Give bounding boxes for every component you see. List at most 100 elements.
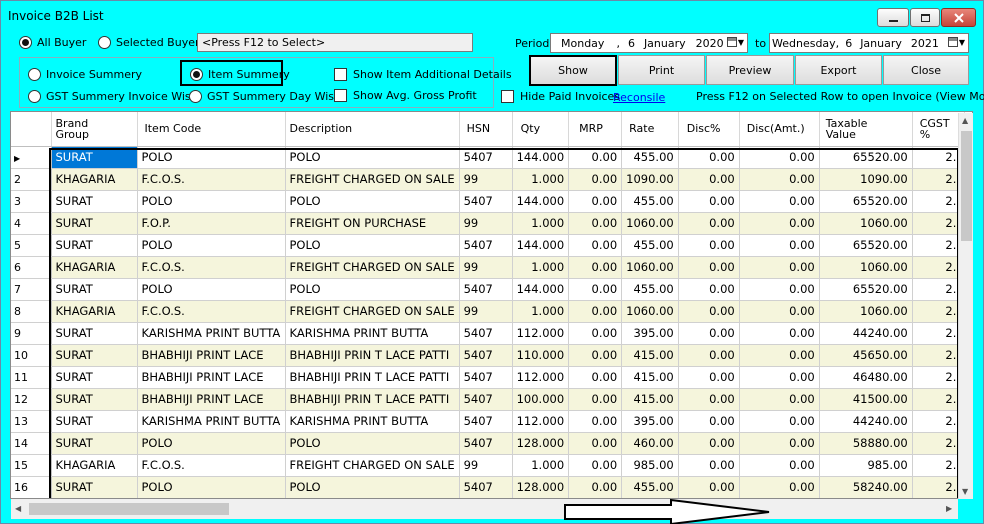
chevron-down-icon: ▼: [958, 37, 965, 47]
row-header[interactable]: 4: [11, 212, 52, 235]
col-disc-amt[interactable]: Disc(Amt.): [739, 112, 820, 147]
col-description[interactable]: Description: [285, 112, 460, 147]
selected-buyer-label: Selected Buyer: [116, 36, 200, 49]
col-mrp[interactable]: MRP: [568, 112, 623, 147]
invoice-summery-label: Invoice Summery: [46, 68, 143, 81]
from-day: 6: [627, 36, 635, 50]
arrow-right-annotation-icon: [564, 498, 770, 524]
scroll-left-icon[interactable]: ◀: [15, 504, 21, 513]
scroll-down-icon[interactable]: ▼: [962, 487, 968, 496]
col-label: %: [919, 127, 931, 141]
minimize-button[interactable]: [877, 8, 909, 27]
header-row: Brand Group Item Code Description HSN Qty…: [11, 112, 965, 147]
buyer-select-field[interactable]: <Press F12 to Select>: [197, 33, 473, 52]
show-button[interactable]: Show: [529, 55, 617, 86]
gst-day-wise-label: GST Summery Day Wise: [207, 90, 341, 103]
period-to-date[interactable]: Wednesday, 6 January 2021 ▼: [769, 33, 969, 53]
period-from-date[interactable]: Monday , 6 January 2020 ▼: [550, 33, 748, 53]
row-header[interactable]: 16: [11, 476, 52, 498]
export-button[interactable]: Export: [795, 55, 882, 85]
gst-day-wise-radio[interactable]: GST Summery Day Wise: [189, 90, 341, 103]
from-year: 2020: [695, 36, 724, 50]
row-pointer-icon: ▶: [14, 153, 21, 163]
col-label: Qty: [520, 122, 541, 136]
hide-paid-label: Hide Paid Invoices: [520, 90, 621, 103]
selected-buyer-radio[interactable]: Selected Buyer: [98, 36, 200, 49]
col-label: Value: [825, 127, 856, 141]
row-header[interactable]: 2: [11, 168, 52, 191]
print-button[interactable]: Print: [618, 55, 705, 85]
row-header[interactable]: 13: [11, 410, 52, 433]
from-dropdown[interactable]: ▼: [726, 37, 744, 47]
checkbox-box: [501, 90, 514, 103]
invoice-grid[interactable]: Brand Group Item Code Description HSN Qty…: [10, 111, 973, 499]
item-summery-radio[interactable]: Item Summery: [190, 68, 290, 81]
radio-indicator: [98, 36, 111, 49]
to-weekday: Wednesday,: [772, 36, 840, 50]
close-icon: [953, 12, 964, 23]
col-brand-group[interactable]: Brand Group: [51, 112, 138, 147]
all-buyer-radio[interactable]: All Buyer: [19, 36, 86, 49]
invoice-summery-radio[interactable]: Invoice Summery: [28, 68, 142, 81]
col-item-code[interactable]: Item Code: [137, 112, 286, 147]
row-header-corner: [11, 112, 52, 147]
vertical-scroll-thumb[interactable]: [961, 131, 972, 241]
preview-button[interactable]: Preview: [706, 55, 794, 85]
col-label: Group: [55, 127, 90, 141]
row-header[interactable]: ▶: [11, 146, 52, 169]
maximize-icon: [920, 13, 930, 22]
to-day: 6: [845, 36, 853, 50]
vertical-scrollbar[interactable]: ▲ ▼: [958, 113, 973, 499]
col-label: Disc(Amt.): [746, 122, 805, 136]
col-label: MRP: [579, 122, 603, 136]
col-hsn[interactable]: HSN: [459, 112, 513, 147]
title-bar: Invoice B2B List: [1, 1, 983, 29]
reconsile-link[interactable]: Reconsile: [613, 91, 665, 104]
row-header[interactable]: 9: [11, 322, 52, 345]
period-label: Period: [515, 37, 550, 50]
f12-hint-text: Press F12 on Selected Row to open Invoic…: [696, 90, 984, 103]
all-buyer-label: All Buyer: [37, 36, 87, 49]
checkbox-box: [334, 89, 347, 102]
chevron-down-icon: ▼: [737, 37, 744, 47]
horizontal-scrollbar[interactable]: ◀ ▶: [11, 499, 958, 519]
hide-paid-checkbox[interactable]: Hide Paid Invoices: [501, 90, 620, 103]
item-summery-label: Item Summery: [208, 68, 290, 81]
row-header[interactable]: 12: [11, 388, 52, 411]
horizontal-scroll-thumb[interactable]: [29, 503, 229, 515]
row-header[interactable]: 7: [11, 278, 52, 301]
col-qty[interactable]: Qty: [512, 112, 570, 147]
from-weekday: Monday: [561, 36, 605, 50]
col-rate[interactable]: Rate: [621, 112, 679, 147]
row-header[interactable]: 6: [11, 256, 52, 279]
col-taxable-value[interactable]: Taxable Value: [819, 112, 913, 147]
show-item-details-label: Show Item Additional Details: [353, 68, 512, 81]
scroll-up-icon[interactable]: ▲: [962, 116, 968, 125]
show-avg-gross-checkbox[interactable]: Show Avg. Gross Profit: [334, 89, 477, 102]
maximize-button[interactable]: [910, 8, 940, 27]
to-dropdown[interactable]: ▼: [947, 37, 965, 47]
row-header[interactable]: 8: [11, 300, 52, 323]
radio-indicator: [189, 90, 202, 103]
col-disc-pct[interactable]: Disc%: [678, 112, 740, 147]
col-label: Description: [289, 122, 353, 136]
close-window-button[interactable]: [941, 8, 976, 27]
col-label: Rate: [629, 122, 655, 136]
row-header[interactable]: 15: [11, 454, 52, 477]
show-item-details-checkbox[interactable]: Show Item Additional Details: [334, 68, 512, 81]
col-cgst-pct[interactable]: CGST%: [912, 112, 965, 147]
row-header[interactable]: 10: [11, 344, 52, 367]
row-header[interactable]: 5: [11, 234, 52, 257]
calendar-icon: [726, 37, 737, 47]
invoice-b2b-window: Invoice B2B List All Buyer Selected Buye…: [0, 0, 984, 524]
row-header[interactable]: 3: [11, 190, 52, 213]
close-button[interactable]: Close: [883, 55, 969, 85]
show-avg-gross-label: Show Avg. Gross Profit: [353, 89, 477, 102]
scroll-right-icon[interactable]: ▶: [946, 504, 952, 513]
gst-invoice-wise-label: GST Summery Invoice Wise: [46, 90, 198, 103]
checkbox-box: [334, 68, 347, 81]
row-header[interactable]: 14: [11, 432, 52, 455]
row-header[interactable]: 11: [11, 366, 52, 389]
gst-invoice-wise-radio[interactable]: GST Summery Invoice Wise: [28, 90, 197, 103]
from-sep: ,: [616, 36, 620, 50]
